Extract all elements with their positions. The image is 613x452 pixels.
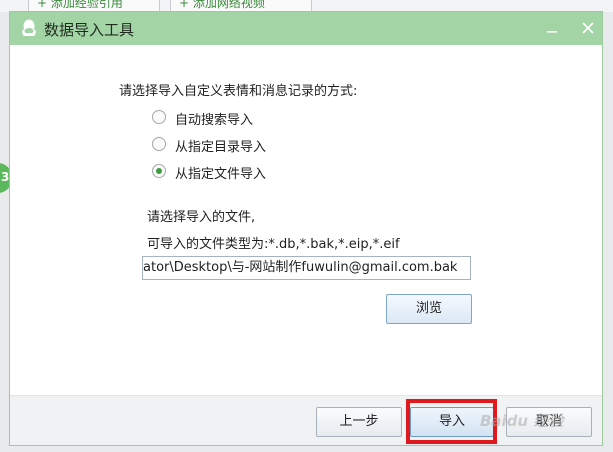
file-select-hint: 请选择导入的文件, (147, 210, 256, 225)
option-label: 从指定目录导入 (175, 140, 267, 155)
close-button[interactable] (578, 18, 598, 38)
option-label: 从指定文件导入 (175, 167, 267, 182)
minimize-icon (547, 31, 557, 33)
file-types-text: 可导入的文件类型为:*.db,*.bak,*.eip,*.eif (147, 237, 400, 252)
dialog-title: 数据导入工具 (44, 21, 135, 39)
qq-penguin-icon (22, 19, 36, 36)
minimize-button[interactable] (542, 18, 562, 38)
import-button[interactable]: 导入 (410, 407, 494, 437)
import-method-prompt: 请选择导入自定义表情和消息记录的方式: (119, 84, 358, 99)
cancel-button[interactable]: 取消 (506, 407, 592, 437)
previous-step-button[interactable]: 上一步 (316, 407, 402, 437)
radio-button[interactable] (152, 110, 166, 124)
radio-button-selected[interactable] (152, 164, 166, 178)
background-tab-label: + 添加经验引用 (37, 0, 123, 10)
data-import-dialog: 数据导入工具 请选择导入自定义表情和消息记录的方式: 自动搜索导入 从指定目录导… (9, 11, 603, 446)
browse-button[interactable]: 浏览 (386, 294, 472, 324)
file-path-input[interactable]: ator\Desktop\与-网站制作fuwulin@gmail.com.bak (142, 256, 471, 280)
title-bar[interactable]: 数据导入工具 (10, 12, 602, 45)
file-path-value: ator\Desktop\与-网站制作fuwulin@gmail.com.bak (143, 260, 458, 275)
radio-button[interactable] (152, 137, 166, 151)
option-label: 自动搜索导入 (175, 113, 254, 128)
background-tab-label: + 添加网络视频 (179, 0, 265, 10)
close-icon (582, 22, 594, 34)
